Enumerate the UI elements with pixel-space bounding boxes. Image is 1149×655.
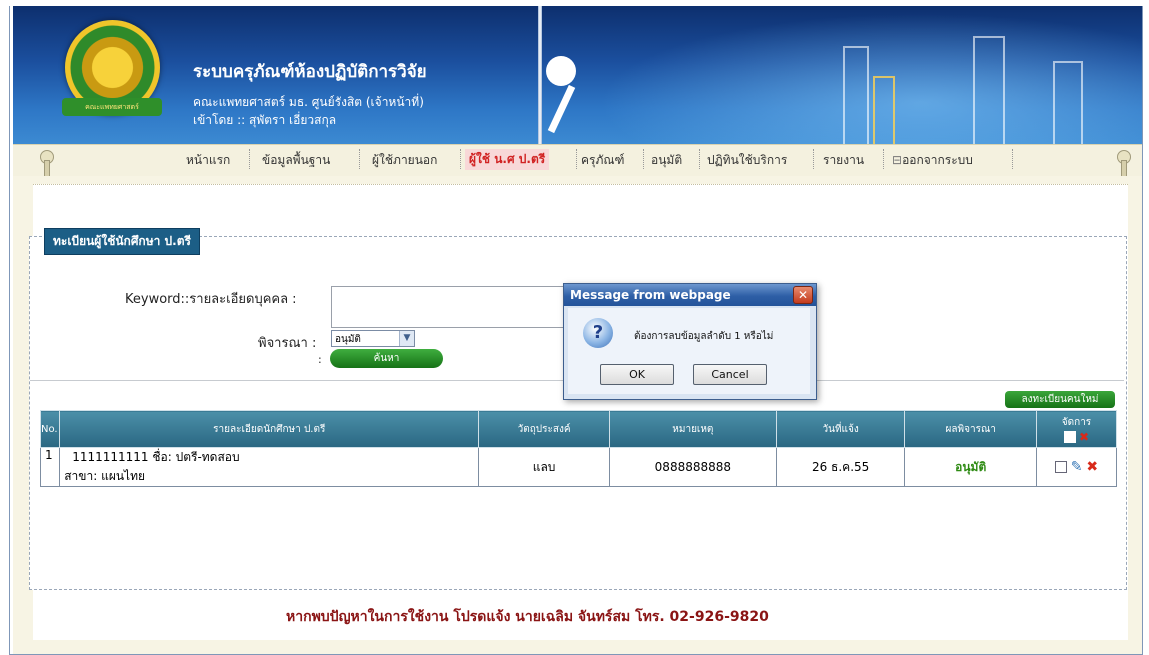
col-header-manage: จัดการ ✖ <box>1035 410 1118 448</box>
lab-tube-graphic <box>1053 61 1083 144</box>
keyword-input[interactable] <box>331 286 569 328</box>
cell-no: 1 <box>39 447 61 487</box>
question-icon: ? <box>583 318 613 348</box>
detail-line-2: สาขา: แผนไทย <box>64 469 146 483</box>
register-new-button[interactable]: ลงทะเบียนคนใหม่ <box>1005 391 1115 408</box>
app-title: ระบบครุภัณฑ์ห้องปฏิบัติการวิจัย <box>193 62 427 82</box>
nav-logout[interactable]: ⊟ออกจากระบบ <box>892 151 973 170</box>
logo-ribbon: คณะแพทยศาสตร์ <box>62 98 162 116</box>
row-checkbox[interactable] <box>1054 461 1067 473</box>
col-header-note: หมายเหตุ <box>608 410 777 448</box>
detail-line-1: 1111111111 ชื่อ: ปตรี-ทดสอบ <box>72 450 240 464</box>
search-button[interactable]: ค้นหา <box>330 349 443 368</box>
nav-reports[interactable]: รายงาน <box>823 151 864 170</box>
nav-approve[interactable]: อนุมัติ <box>651 151 682 170</box>
nav-separator <box>460 149 461 169</box>
nav-bar: หน้าแรก ข้อมูลพื้นฐาน ผู้ใช้ภายนอก ผู้ใช… <box>13 144 1142 177</box>
nav-separator <box>576 149 577 169</box>
nav-external-users[interactable]: ผู้ใช้ภายนอก <box>372 151 437 170</box>
logged-in-user: เข้าโดย :: สุพัตรา เอี่ยวสกุล <box>193 113 337 127</box>
table-row: 1 1111111111 ชื่อ: ปตรี-ทดสอบ สาขา: แผนไ… <box>39 447 1118 487</box>
col-header-no: No. <box>39 410 61 448</box>
select-all-checkbox[interactable] <box>1063 430 1076 443</box>
nav-separator <box>813 149 814 169</box>
cell-purpose: แลบ <box>478 447 610 487</box>
banner-figure-head <box>546 56 576 86</box>
dialog-message: ต้องการลบข้อมูลลำดับ 1 หรือไม่ <box>634 331 774 342</box>
col-header-purpose: วัตถุประสงค์ <box>478 410 610 448</box>
nav-undergrad-users[interactable]: ผู้ใช้ น.ศ ป.ตรี <box>465 149 550 170</box>
ok-button[interactable]: OK <box>600 364 674 385</box>
search-colon: : <box>318 353 322 366</box>
nav-logout-label: ออกจากระบบ <box>902 153 973 167</box>
nav-separator <box>883 149 884 169</box>
status-select-value: อนุมัติ <box>335 334 361 345</box>
cell-detail: 1111111111 ชื่อ: ปตรี-ทดสอบ สาขา: แผนไทย <box>59 447 480 487</box>
banner-figure-leg <box>547 84 576 134</box>
nav-separator <box>359 149 360 169</box>
col-header-manage-label: จัดการ <box>1061 416 1092 428</box>
delete-icon[interactable]: ✖ <box>1086 459 1098 475</box>
confirm-dialog: Message from webpage ✕ ? ต้องการลบข้อมูล… <box>563 283 817 400</box>
keyword-label: Keyword::รายละเอียดบุคคล : <box>125 292 297 307</box>
delete-all-icon[interactable]: ✖ <box>1079 430 1089 444</box>
app-subtitle: คณะแพทยศาสตร์ มธ. ศูนย์รังสิต (เจ้าหน้าท… <box>193 95 424 109</box>
nav-separator <box>249 149 250 169</box>
table-header-row: No. รายละเอียดนักศึกษา ป.ตรี วัตถุประสงค… <box>39 410 1118 448</box>
col-header-detail: รายละเอียดนักศึกษา ป.ตรี <box>59 410 480 448</box>
nav-home[interactable]: หน้าแรก <box>186 151 230 170</box>
banner-pole-graphic <box>538 6 542 144</box>
cell-date: 26 ธ.ค.55 <box>775 447 906 487</box>
chevron-down-icon[interactable]: ▼ <box>399 331 414 346</box>
nav-separator <box>643 149 644 169</box>
dialog-title: Message from webpage <box>570 288 731 302</box>
footer-contact: หากพบปัญหาในการใช้งาน โปรดแจ้ง นายเฉลิม … <box>286 609 769 625</box>
nav-master-data[interactable]: ข้อมูลพื้นฐาน <box>262 151 330 170</box>
nav-equipment[interactable]: ครุภัณฑ์ <box>581 151 624 170</box>
lab-cylinder-graphic <box>843 46 869 144</box>
nav-separator <box>1012 149 1013 169</box>
edit-icon[interactable]: ✎ <box>1071 459 1083 475</box>
nav-booking-calendar[interactable]: ปฏิทินใช้บริการ <box>707 151 787 170</box>
col-header-date: วันที่แจ้ง <box>775 410 906 448</box>
status-select[interactable]: อนุมัติ ▼ <box>331 330 415 347</box>
status-label: พิจารณา : <box>258 336 317 351</box>
col-header-result: ผลพิจารณา <box>904 410 1037 448</box>
nav-separator <box>699 149 700 169</box>
lab-cylinder-graphic <box>873 76 895 144</box>
lab-flask-graphic <box>973 36 1005 144</box>
cell-actions: ✎ ✖ <box>1035 447 1118 487</box>
students-table: No. รายละเอียดนักศึกษา ป.ตรี วัตถุประสงค… <box>39 410 1118 487</box>
close-icon[interactable]: ✕ <box>793 286 813 304</box>
cancel-button[interactable]: Cancel <box>693 364 767 385</box>
dialog-titlebar: Message from webpage ✕ <box>564 284 816 306</box>
header-banner <box>13 6 1142 144</box>
dialog-body: ? ต้องการลบข้อมูลลำดับ 1 หรือไม่ OK Canc… <box>568 308 810 394</box>
section-legend: ทะเบียนผู้ใช้นักศึกษา ป.ตรี <box>44 228 200 255</box>
cell-result: อนุมัติ <box>904 447 1037 487</box>
cell-note: 0888888888 <box>608 447 777 487</box>
logout-icon: ⊟ <box>892 153 903 167</box>
